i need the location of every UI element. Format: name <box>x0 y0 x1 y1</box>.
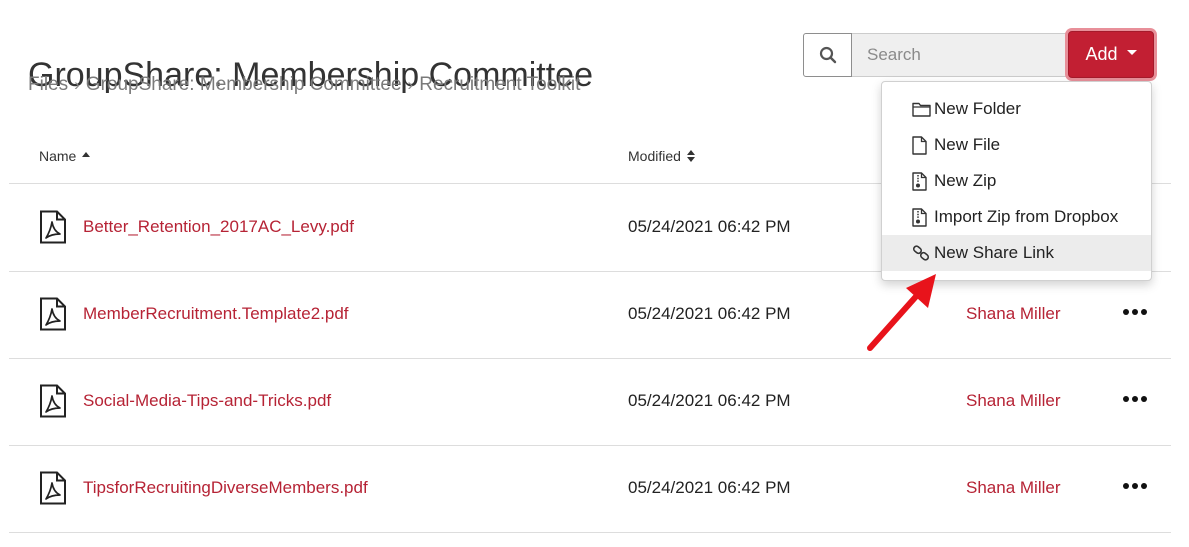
chevron-right-icon: › <box>407 75 414 94</box>
owner-link[interactable]: Shana Miller <box>966 304 1061 324</box>
modified-date: 05/24/2021 06:42 PM <box>628 391 791 410</box>
column-header-name-label: Name <box>39 148 77 164</box>
modified-date: 05/24/2021 06:42 PM <box>628 478 791 497</box>
modified-date: 05/24/2021 06:42 PM <box>628 217 791 236</box>
breadcrumb-item-current: Recruitment Toolkit <box>419 74 581 95</box>
pdf-file-icon <box>40 210 66 244</box>
add-button-label: Add <box>1085 44 1118 64</box>
table-row: Social-Media-Tips-and-Tricks.pdf 05/24/2… <box>9 358 1171 446</box>
menu-item-label: New Folder <box>934 99 1021 118</box>
breadcrumb: Files › GroupShare: Membership Committee… <box>28 74 580 96</box>
pdf-file-icon <box>40 297 66 331</box>
folder-icon <box>912 99 932 119</box>
pdf-file-icon <box>40 471 66 505</box>
breadcrumb-item-files[interactable]: Files <box>28 74 68 96</box>
sort-ascending-icon <box>82 151 91 157</box>
menu-item-new-file[interactable]: New File <box>882 127 1151 163</box>
owner-link[interactable]: Shana Miller <box>966 391 1061 411</box>
menu-item-label: Import Zip from Dropbox <box>934 207 1119 226</box>
add-button[interactable]: Add <box>1068 31 1154 78</box>
column-header-name[interactable]: Name <box>39 148 91 164</box>
annotation-arrow-icon <box>867 274 936 351</box>
caret-down-icon <box>1126 50 1137 55</box>
table-row: MemberRecruitment.Template2.pdf 05/24/20… <box>9 271 1171 359</box>
more-actions-button[interactable] <box>1123 307 1147 317</box>
more-actions-button[interactable] <box>1123 481 1147 491</box>
file-name-link[interactable]: TipsforRecruitingDiverseMembers.pdf <box>83 478 368 498</box>
menu-item-import-zip-dropbox[interactable]: Import Zip from Dropbox <box>882 199 1151 235</box>
file-icon <box>912 135 932 155</box>
sort-icon <box>686 150 695 162</box>
modified-date: 05/24/2021 06:42 PM <box>628 304 791 323</box>
zip-file-icon <box>912 207 932 227</box>
search-input[interactable] <box>852 33 1068 77</box>
file-browser-page: GroupShare: Membership Committee Files ›… <box>0 0 1189 547</box>
table-row: TipsforRecruitingDiverseMembers.pdf 05/2… <box>9 445 1171 533</box>
file-name-link[interactable]: MemberRecruitment.Template2.pdf <box>83 304 349 324</box>
owner-link[interactable]: Shana Miller <box>966 478 1061 498</box>
add-dropdown-menu: New Folder New File New Zip Import Zip f… <box>881 81 1152 281</box>
breadcrumb-item-groupshare[interactable]: GroupShare: Membership Committee <box>86 74 402 96</box>
column-header-modified-label: Modified <box>628 148 681 164</box>
search-group <box>803 33 1068 77</box>
menu-item-label: New File <box>934 135 1001 154</box>
link-icon <box>912 243 932 263</box>
file-name-link[interactable]: Better_Retention_2017AC_Levy.pdf <box>83 217 354 237</box>
column-header-modified[interactable]: Modified <box>628 148 695 164</box>
search-button[interactable] <box>803 33 852 77</box>
menu-item-label: New Zip <box>934 171 997 190</box>
zip-file-icon <box>912 171 932 191</box>
file-name-link[interactable]: Social-Media-Tips-and-Tricks.pdf <box>83 391 331 411</box>
menu-item-label: New Share Link <box>934 243 1055 262</box>
menu-item-new-folder[interactable]: New Folder <box>882 91 1151 127</box>
pdf-file-icon <box>40 384 66 418</box>
search-icon <box>819 46 836 64</box>
menu-item-new-zip[interactable]: New Zip <box>882 163 1151 199</box>
more-actions-button[interactable] <box>1123 394 1147 404</box>
chevron-right-icon: › <box>74 75 80 94</box>
